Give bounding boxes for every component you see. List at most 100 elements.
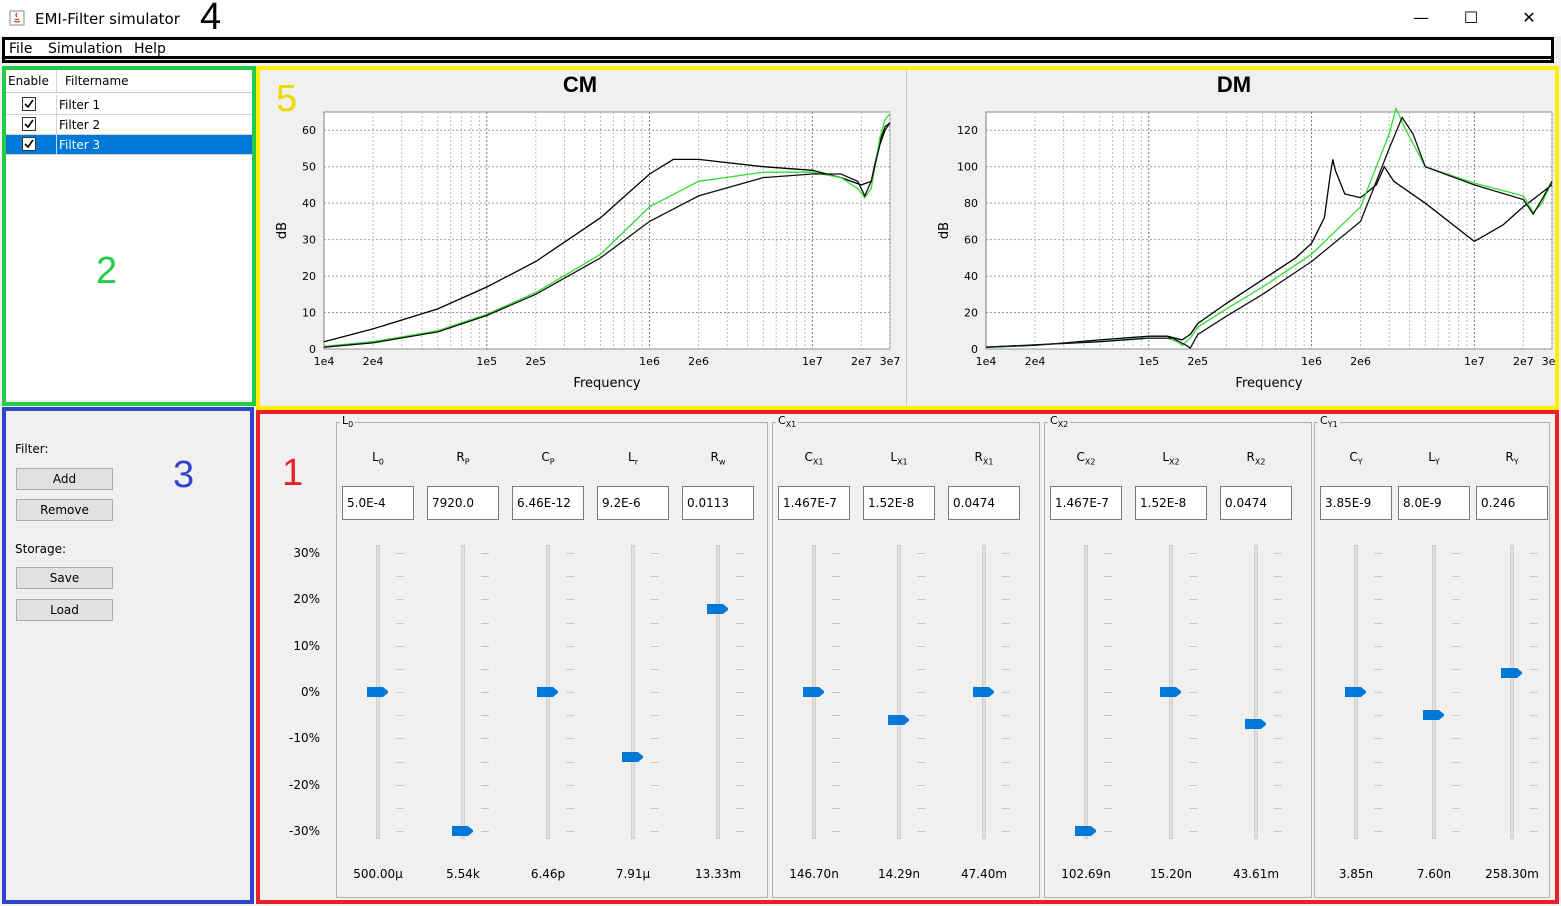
- param-input[interactable]: 0.0113: [682, 486, 754, 520]
- slider-thumb[interactable]: [536, 686, 558, 697]
- x-tick-label: 2e4: [363, 355, 384, 368]
- slider-thumb[interactable]: [1422, 709, 1444, 721]
- slider-tick: [1530, 784, 1538, 786]
- slider-tick: [917, 668, 925, 670]
- close-icon[interactable]: ✕: [1506, 4, 1552, 32]
- param-input[interactable]: 5.0E-4: [342, 486, 414, 520]
- menu-simulation[interactable]: Simulation: [48, 41, 123, 57]
- add-button[interactable]: Add: [16, 468, 113, 490]
- param-input[interactable]: 1.467E-7: [1050, 486, 1122, 520]
- slider-tick: [481, 738, 489, 740]
- slider-thumb[interactable]: [887, 714, 909, 725]
- slider-thumb[interactable]: [451, 825, 473, 836]
- slider-tick: [1189, 738, 1197, 740]
- slider-track[interactable]: [631, 545, 635, 839]
- param-value: 47.40m: [960, 867, 1008, 881]
- slider-tick: [1002, 831, 1010, 832]
- param-input[interactable]: 6.46E-12: [512, 486, 584, 520]
- slider-thumb[interactable]: [1074, 825, 1096, 836]
- slider-thumb[interactable]: [802, 686, 824, 697]
- slider-tick: [1002, 622, 1010, 624]
- remove-button[interactable]: Remove: [16, 499, 113, 521]
- slider-tick: [1104, 715, 1112, 717]
- param-input[interactable]: 1.52E-8: [863, 486, 935, 520]
- slider-tick: [1374, 715, 1382, 717]
- menu-help[interactable]: Help: [134, 41, 166, 57]
- slider-track[interactable]: [1510, 545, 1514, 839]
- slider-track[interactable]: [1432, 545, 1436, 839]
- slider-tick: [1530, 761, 1538, 763]
- slider-thumb[interactable]: [1244, 718, 1266, 730]
- save-button[interactable]: Save: [16, 567, 113, 589]
- table-row[interactable]: Filter 2: [6, 115, 252, 135]
- slider-axis-label: 20%: [293, 592, 320, 607]
- param-input[interactable]: 0.0474: [948, 486, 1020, 520]
- slider-thumb[interactable]: [1159, 686, 1181, 697]
- param-label: LY: [1428, 450, 1440, 467]
- slider-tick: [1274, 622, 1282, 624]
- param-input[interactable]: 1.467E-7: [778, 486, 850, 520]
- annotation-5: 5: [276, 78, 298, 120]
- header-enable[interactable]: Enable: [8, 74, 49, 88]
- slider-tick: [396, 622, 404, 624]
- slider-tick: [1530, 807, 1538, 809]
- y-tick-label: 80: [964, 197, 978, 210]
- slider-tick: [566, 668, 574, 670]
- filter-name-cell[interactable]: Filter 2: [59, 118, 100, 132]
- slider-thumb[interactable]: [706, 603, 728, 614]
- slider-tick: [1104, 576, 1112, 578]
- y-tick-label: 20: [302, 270, 316, 283]
- slider-tick: [566, 645, 574, 647]
- header-filtername[interactable]: Filtername: [65, 74, 129, 88]
- slider-axis-label: -10%: [288, 731, 320, 746]
- slider-tick: [736, 807, 744, 809]
- slider-tick: [1274, 668, 1282, 670]
- param-input[interactable]: 0.0474: [1220, 486, 1292, 520]
- slider-tick: [917, 738, 925, 740]
- slider-tick: [1452, 738, 1460, 740]
- slider-thumb[interactable]: [1344, 686, 1366, 697]
- slider-track[interactable]: [897, 545, 901, 839]
- slider-tick: [1189, 553, 1197, 554]
- maximize-icon[interactable]: ☐: [1448, 4, 1494, 32]
- param-input[interactable]: 8.0E-9: [1398, 486, 1470, 520]
- slider-tick: [917, 831, 925, 832]
- slider-tick: [1374, 738, 1382, 740]
- slider-thumb[interactable]: [972, 686, 994, 697]
- slider-thumb[interactable]: [621, 751, 643, 762]
- slider-thumb[interactable]: [366, 686, 388, 697]
- slider-tick: [396, 715, 404, 717]
- slider-track[interactable]: [461, 545, 465, 839]
- slider-tick: [1274, 645, 1282, 647]
- slider-tick: [1530, 645, 1538, 647]
- param-input[interactable]: 3.85E-9: [1320, 486, 1392, 520]
- table-row[interactable]: Filter 1: [6, 95, 252, 115]
- slider-track[interactable]: [1084, 545, 1088, 839]
- filter-name-cell[interactable]: Filter 1: [59, 98, 100, 112]
- menu-file[interactable]: File: [9, 41, 32, 57]
- slider-tick: [1002, 784, 1010, 786]
- slider-tick: [832, 738, 840, 740]
- table-row[interactable]: Filter 3: [6, 135, 252, 155]
- slider-tick: [1452, 807, 1460, 809]
- slider-tick: [917, 599, 925, 601]
- minimize-icon[interactable]: —: [1398, 4, 1444, 32]
- slider-tick: [651, 761, 659, 763]
- slider-tick: [832, 645, 840, 647]
- enable-checkbox[interactable]: [22, 97, 36, 111]
- slider-tick: [1189, 831, 1197, 832]
- enable-checkbox[interactable]: [22, 137, 36, 151]
- slider-thumb[interactable]: [1500, 667, 1522, 679]
- cm-chart: 01020304050601e4 2e4 1e5 2e5 1e6 2e6 1e7 2e7 3e7…: [275, 111, 900, 391]
- param-input[interactable]: 0.246: [1476, 486, 1548, 520]
- load-button[interactable]: Load: [16, 599, 113, 621]
- slider-tick: [1104, 831, 1112, 832]
- enable-checkbox[interactable]: [22, 117, 36, 131]
- param-input[interactable]: 1.52E-8: [1135, 486, 1207, 520]
- slider-track[interactable]: [716, 545, 720, 839]
- filter-name-cell[interactable]: Filter 3: [59, 138, 100, 152]
- slider-track[interactable]: [1254, 545, 1258, 839]
- menu-bar: File Simulation Help: [2, 37, 1554, 59]
- param-input[interactable]: 9.2E-6: [597, 486, 669, 520]
- param-input[interactable]: 7920.0: [427, 486, 499, 520]
